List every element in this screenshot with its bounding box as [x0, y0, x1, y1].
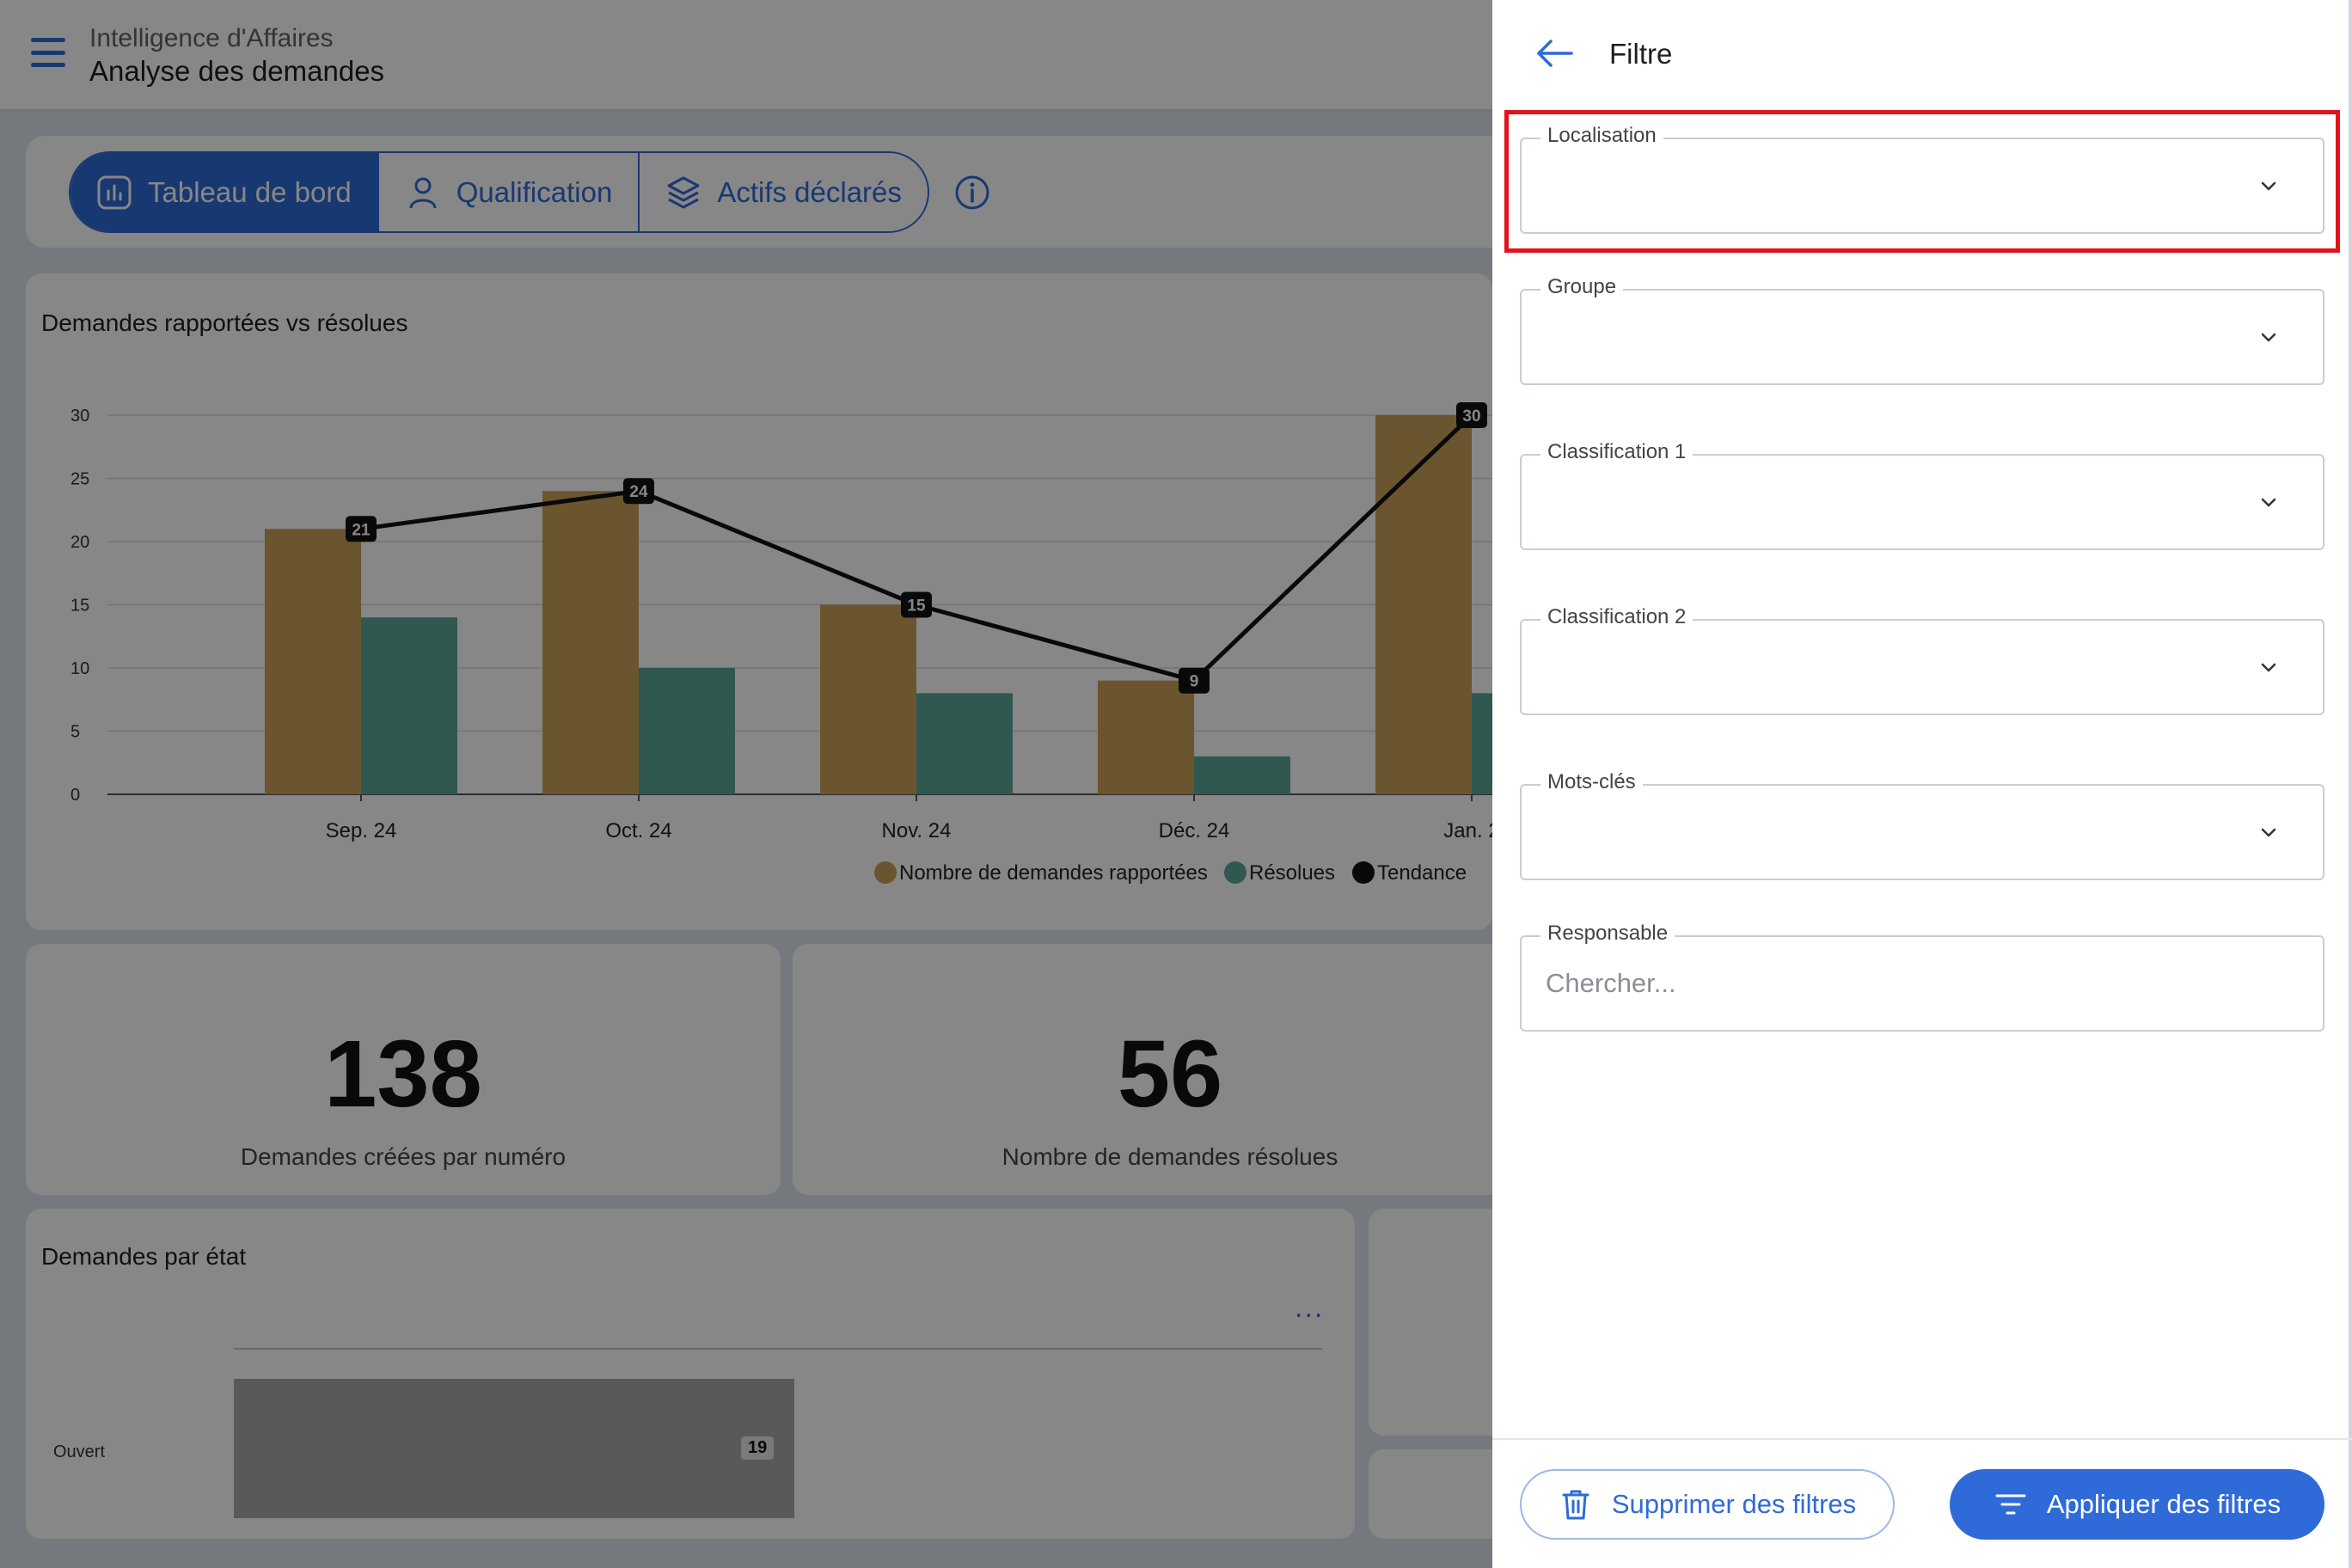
filter-panel-title: Filtre: [1609, 38, 1673, 70]
field-label: Classification 2: [1540, 605, 1694, 629]
field-label: Mots-clés: [1540, 770, 1643, 794]
field-label: Groupe: [1540, 275, 1624, 299]
modal-overlay[interactable]: [0, 0, 1492, 1568]
back-arrow-icon[interactable]: [1535, 38, 1573, 69]
clear-filters-label: Supprimer des filtres: [1611, 1489, 1857, 1519]
chevron-down-icon: [2261, 498, 2276, 507]
clear-filters-button[interactable]: Supprimer des filtres: [1520, 1469, 1895, 1540]
mots-cles-select[interactable]: Mots-clés: [1520, 770, 2324, 880]
focus-highlight: [1504, 110, 2340, 253]
filter-lines-icon: [1995, 1494, 2026, 1515]
classification-1-select[interactable]: Classification 1: [1520, 440, 2324, 550]
footer-divider: [1492, 1438, 2352, 1440]
chevron-down-icon: [2261, 333, 2276, 342]
chevron-down-icon: [2261, 663, 2276, 672]
field-label: Responsable: [1540, 922, 1675, 946]
classification-2-select[interactable]: Classification 2: [1520, 605, 2324, 715]
field-label: Classification 1: [1540, 440, 1694, 464]
chevron-down-icon: [2261, 828, 2276, 837]
responsable-field[interactable]: Responsable: [1520, 922, 2324, 1032]
trash-icon: [1562, 1490, 1589, 1520]
responsable-search-input[interactable]: [1522, 937, 2323, 1030]
apply-filters-label: Appliquer des filtres: [2046, 1489, 2282, 1519]
apply-filters-button[interactable]: Appliquer des filtres: [1950, 1469, 2324, 1540]
groupe-select[interactable]: Groupe: [1520, 275, 2324, 385]
